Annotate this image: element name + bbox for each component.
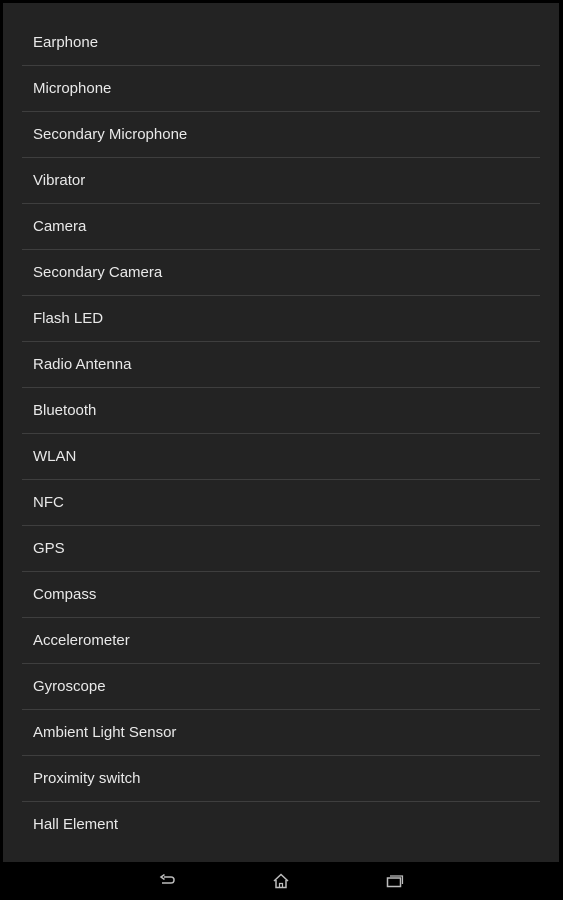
list-item-label: Secondary Camera xyxy=(33,264,163,281)
list-item-proximity-switch[interactable]: Proximity switch xyxy=(22,756,540,802)
recent-apps-icon xyxy=(386,874,404,888)
list-item-label: Hall Element xyxy=(33,816,119,833)
list-item-label: Bluetooth xyxy=(33,402,97,419)
list-item-label: WLAN xyxy=(33,448,77,465)
list-item-accelerometer[interactable]: Accelerometer xyxy=(22,618,540,664)
list-item-label: Secondary Microphone xyxy=(33,126,188,143)
list-item-radio-antenna[interactable]: Radio Antenna xyxy=(22,342,540,388)
list-item-bluetooth[interactable]: Bluetooth xyxy=(22,388,540,434)
list-item-camera[interactable]: Camera xyxy=(22,204,540,250)
list-item-compass[interactable]: Compass xyxy=(22,572,540,618)
list-item-ambient-light-sensor[interactable]: Ambient Light Sensor xyxy=(22,710,540,756)
list-item-wlan[interactable]: WLAN xyxy=(22,434,540,480)
recent-apps-button[interactable] xyxy=(373,868,417,894)
list-item-label: Proximity switch xyxy=(33,770,141,787)
home-icon xyxy=(272,873,290,889)
list-item-hall-element[interactable]: Hall Element xyxy=(22,802,540,847)
list-item-earphone[interactable]: Earphone xyxy=(22,20,540,66)
list-item-vibrator[interactable]: Vibrator xyxy=(22,158,540,204)
list-item-label: NFC xyxy=(33,494,64,511)
list-item-label: Earphone xyxy=(33,34,99,51)
list-item-gyroscope[interactable]: Gyroscope xyxy=(22,664,540,710)
list-item-secondary-camera[interactable]: Secondary Camera xyxy=(22,250,540,296)
list-item-microphone[interactable]: Microphone xyxy=(22,66,540,112)
list-item-label: Microphone xyxy=(33,80,112,97)
navigation-bar xyxy=(0,862,563,900)
list-item-label: GPS xyxy=(33,540,65,557)
screen: Earphone Microphone Secondary Microphone… xyxy=(0,0,563,900)
list-item-label: Radio Antenna xyxy=(33,356,132,373)
list-item-label: Flash LED xyxy=(33,310,104,327)
list-item-label: Accelerometer xyxy=(33,632,130,649)
content-panel: Earphone Microphone Secondary Microphone… xyxy=(3,3,559,862)
list-item-flash-led[interactable]: Flash LED xyxy=(22,296,540,342)
list-item-nfc[interactable]: NFC xyxy=(22,480,540,526)
back-icon xyxy=(159,874,177,888)
back-button[interactable] xyxy=(146,868,190,894)
list-item-label: Camera xyxy=(33,218,87,235)
list-item-gps[interactable]: GPS xyxy=(22,526,540,572)
list-item-secondary-microphone[interactable]: Secondary Microphone xyxy=(22,112,540,158)
list-item-label: Compass xyxy=(33,586,97,603)
list-item-label: Vibrator xyxy=(33,172,86,189)
home-button[interactable] xyxy=(259,868,303,894)
hardware-test-list: Earphone Microphone Secondary Microphone… xyxy=(22,20,540,847)
list-item-label: Gyroscope xyxy=(33,678,106,695)
list-item-label: Ambient Light Sensor xyxy=(33,724,177,741)
